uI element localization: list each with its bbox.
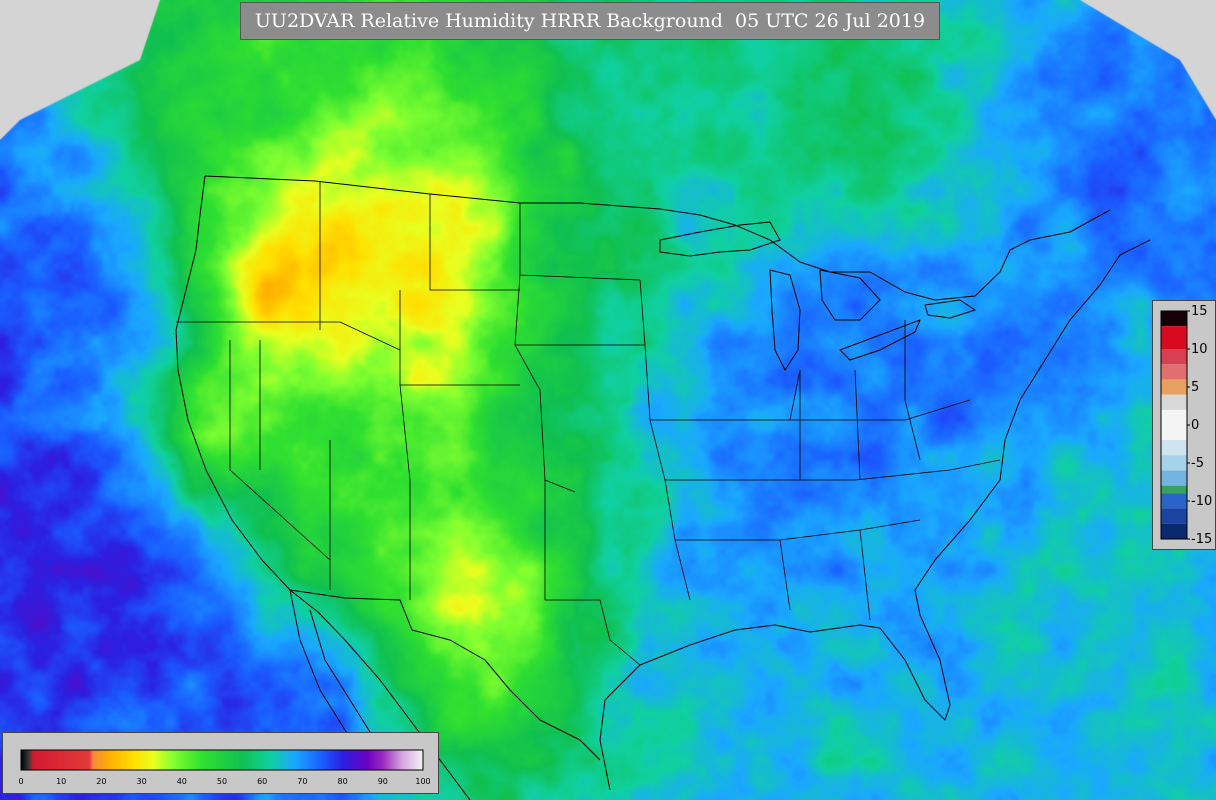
humidity-colorbar-tick-label: 90 (378, 777, 388, 786)
increment-colorbar-band (1161, 440, 1187, 456)
increment-colorbar-tick-label: 5 (1191, 380, 1199, 395)
increment-colorbar-band (1161, 409, 1187, 441)
humidity-colorbar-tick-label: 80 (338, 777, 348, 786)
increment-colorbar-band (1161, 508, 1187, 524)
increment-colorbar-band (1161, 349, 1187, 365)
humidity-field-map (0, 0, 1216, 800)
increment-colorbar-band (1161, 394, 1187, 410)
increment-colorbar-band (1161, 493, 1187, 509)
increment-colorbar-tick-label: 0 (1191, 418, 1199, 433)
humidity-colorbar-tick-label: 100 (415, 777, 430, 786)
humidity-colorbar-tick-label: 40 (177, 777, 187, 786)
increment-colorbar-band (1161, 470, 1187, 486)
increment-colorbar-band (1161, 379, 1187, 395)
increment-colorbar-band (1161, 523, 1187, 539)
increment-colorbar-tick-label: 15 (1191, 304, 1208, 319)
humidity-colorbar-tick-label: 10 (56, 777, 66, 786)
humidity-colorbar-tick-label: 0 (18, 777, 23, 786)
humidity-colorbar-tick-label: 70 (297, 777, 307, 786)
humidity-colorbar-tick-label: 50 (217, 777, 227, 786)
humidity-colorbar: 0 10 20 30 40 50 60 70 80 90 100 (2, 732, 439, 794)
increment-colorbar: 15 10 5 0 -5 -10 -15 (1152, 300, 1216, 550)
increment-colorbar-band (1161, 455, 1187, 471)
humidity-colorbar-tick-label: 60 (257, 777, 267, 786)
increment-colorbar-tick-label: 10 (1191, 342, 1208, 357)
increment-colorbar-band (1161, 364, 1187, 380)
humidity-colorbar-gradient (20, 749, 424, 771)
increment-colorbar-band (1161, 326, 1187, 349)
increment-colorbar-tick-label: -5 (1191, 456, 1204, 471)
map-title: UU2DVAR Relative Humidity HRRR Backgroun… (240, 2, 940, 40)
increment-colorbar-band (1161, 311, 1187, 327)
increment-colorbar-band (1161, 485, 1187, 494)
humidity-colorbar-tick-label: 30 (137, 777, 147, 786)
increment-colorbar-tick-label: -15 (1191, 532, 1212, 547)
increment-colorbar-tick-label: -10 (1191, 494, 1212, 509)
humidity-colorbar-tick-label: 20 (96, 777, 106, 786)
